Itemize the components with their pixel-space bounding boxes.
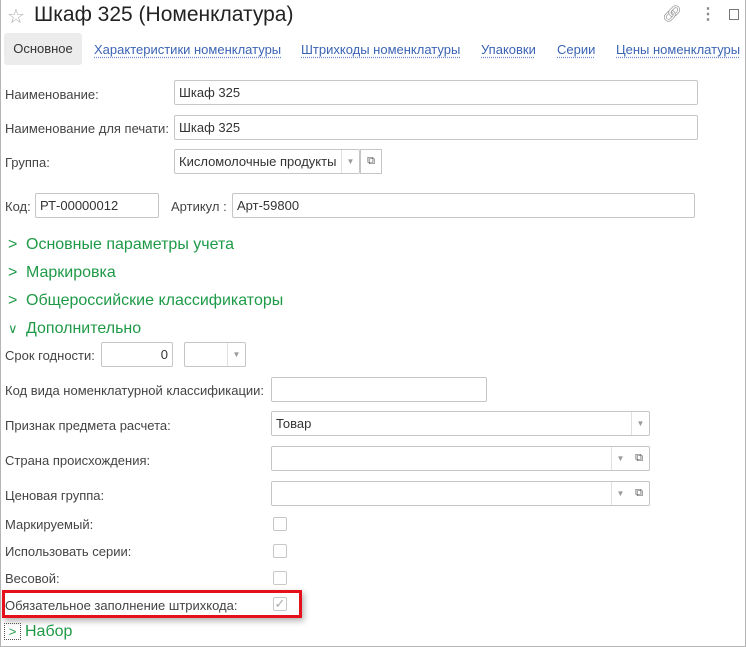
article-label: Артикул : [171,199,227,214]
class-code-label: Код вида номенклатурной классификации: [5,383,265,398]
price-group-input[interactable]: ▼ ⧉ [271,481,650,506]
country-label: Страна происхождения: [5,453,151,468]
marked-label: Маркируемый: [5,517,94,532]
name-input[interactable]: Шкаф 325 [174,80,698,105]
dropdown-icon[interactable]: ▼ [611,447,629,470]
tab-main[interactable]: Основное [4,33,82,65]
section-set[interactable]: Набор [25,623,72,641]
section-marking-label: Маркировка [26,264,116,281]
class-code-input[interactable] [271,377,487,402]
section-classifiers-label: Общероссийские классификаторы [26,292,284,309]
open-icon[interactable]: ⧉ [629,482,649,505]
shelf-life-unit-select[interactable]: ▼ [184,342,246,367]
section-accounting[interactable]: > Основные параметры учета [8,236,234,254]
print-name-input[interactable]: Шкаф 325 [174,115,698,140]
section-accounting-label: Основные параметры учета [26,236,235,253]
section-marking[interactable]: > Маркировка [8,264,116,282]
chevron-right-icon[interactable]: > [4,623,21,640]
page-title: Шкаф 325 (Номенклатура) [34,3,294,26]
code-label: Код: [5,199,31,214]
highlight-box [2,590,302,618]
dropdown-icon[interactable]: ▼ [611,482,629,505]
tab-packages[interactable]: Упаковки [481,42,536,57]
link-icon[interactable]: 🔗︎ [662,4,682,24]
article-input[interactable]: Арт-59800 [232,193,695,218]
chevron-down-icon: ∨ [8,321,18,336]
dropdown-icon[interactable]: ▼ [631,412,649,435]
calc-subject-select[interactable]: Товар ▼ [271,411,650,436]
group-dropdown-icon[interactable]: ▼ [341,150,359,173]
code-input[interactable]: РТ-00000012 [35,193,159,218]
section-classifiers[interactable]: > Общероссийские классификаторы [8,292,283,310]
shelf-life-input[interactable]: 0 [101,342,173,367]
use-series-label: Использовать серии: [5,544,132,559]
marked-checkbox[interactable] [273,517,287,531]
weighted-checkbox[interactable] [273,571,287,585]
open-icon[interactable]: ⧉ [629,447,649,470]
chevron-right-icon: > [8,236,18,253]
chevron-right-icon: > [8,292,18,309]
group-value: Кисломолочные продукты [179,154,337,169]
tab-prices[interactable]: Цены номенклатуры [616,42,740,57]
dropdown-icon[interactable]: ▼ [227,343,245,366]
name-label: Наименование: [5,87,99,102]
section-additional[interactable]: ∨ Дополнительно [8,320,141,338]
tab-barcodes[interactable]: Штрихкоды номенклатуры [301,42,460,57]
group-label: Группа: [5,155,50,170]
maximize-icon[interactable] [729,9,739,20]
country-input[interactable]: ▼ ⧉ [271,446,650,471]
favorite-star-icon[interactable]: ☆ [7,4,25,29]
chevron-right-icon: > [8,264,18,281]
print-name-label: Наименование для печати: [5,121,169,136]
calc-subject-value: Товар [276,416,312,431]
section-additional-label: Дополнительно [26,320,142,337]
tab-characteristics[interactable]: Характеристики номенклатуры [94,42,281,57]
shelf-life-label: Срок годности: [5,348,95,363]
more-menu-icon[interactable]: ⋮ [700,4,716,24]
use-series-checkbox[interactable] [273,544,287,558]
weighted-label: Весовой: [5,571,60,586]
group-open-icon[interactable]: ⧉ [360,149,382,174]
group-input[interactable]: Кисломолочные продукты ▼ [174,149,360,174]
tab-series[interactable]: Серии [557,42,595,57]
price-group-label: Ценовая группа: [5,488,105,503]
calc-subject-label: Признак предмета расчета: [5,418,171,433]
